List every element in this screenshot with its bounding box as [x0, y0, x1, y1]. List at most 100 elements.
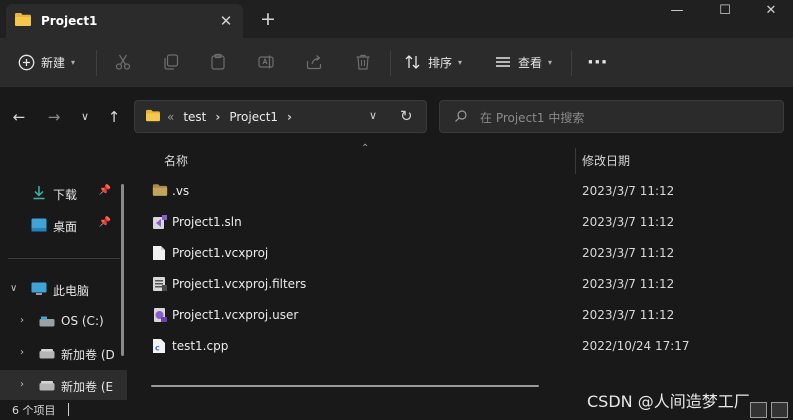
sidebar-item-label: 此电脑	[53, 284, 90, 298]
column-header-modified[interactable]: 修改日期	[582, 152, 630, 169]
desktop-icon	[31, 218, 47, 235]
breadcrumb-project1[interactable]: Project1	[229, 110, 278, 124]
chevron-down-icon: ▾	[71, 57, 76, 67]
filters-file-icon	[152, 276, 168, 292]
address-overflow[interactable]: «	[167, 110, 174, 124]
pin-icon[interactable]: 📌	[99, 185, 111, 196]
chevron-right-icon[interactable]: ›	[20, 379, 24, 390]
file-row[interactable]: .vs 2023/3/7 11:12	[133, 176, 793, 207]
tab-close-icon[interactable]: ✕	[217, 12, 235, 30]
breadcrumb-test[interactable]: test	[183, 110, 206, 124]
file-modified: 2023/3/7 11:12	[582, 277, 675, 291]
cut-icon	[115, 54, 131, 70]
item-count: 6 个项目	[12, 404, 56, 417]
user-file-icon	[152, 307, 168, 323]
share-button[interactable]	[305, 48, 323, 76]
plus-circle-icon	[18, 54, 35, 70]
file-row[interactable]: Project1.vcxproj.user 2023/3/7 11:12	[133, 300, 793, 331]
maximize-button[interactable]: ☐	[702, 0, 748, 26]
chevron-right-icon[interactable]: ›	[20, 315, 24, 326]
more-icon: ···	[587, 51, 608, 73]
toolbar-divider	[390, 50, 391, 76]
new-button[interactable]: 新建 ▾	[18, 48, 75, 76]
minimize-button[interactable]: —	[654, 0, 700, 26]
file-name: .vs	[172, 184, 190, 198]
download-icon	[32, 185, 46, 203]
file-modified: 2023/3/7 11:12	[582, 184, 675, 198]
watermark: CSDN @人间造梦工厂	[585, 388, 752, 412]
drive-icon	[39, 380, 55, 394]
address-dropdown-icon[interactable]: ∨	[369, 109, 377, 122]
forward-arrow-icon[interactable]: →	[44, 108, 64, 128]
file-name: Project1.vcxproj.filters	[172, 277, 307, 291]
search-box[interactable]: 在 Project1 中搜索	[439, 100, 784, 133]
cpp-file-icon: c	[152, 338, 168, 354]
cut-button[interactable]	[114, 48, 132, 76]
drive-icon	[39, 348, 55, 362]
more-options-button[interactable]: ···	[587, 48, 608, 76]
file-row[interactable]: Project1.sln 2023/3/7 11:12	[133, 207, 793, 238]
sidebar-scrollbar[interactable]	[121, 184, 124, 356]
chevron-down-icon: ▾	[548, 57, 553, 67]
details-view-icon[interactable]	[750, 402, 767, 418]
sort-button-label: 排序	[428, 55, 453, 70]
paste-button[interactable]	[209, 48, 227, 76]
sort-ascending-icon: ⌃	[361, 143, 370, 154]
pin-icon[interactable]: 📌	[99, 217, 111, 228]
sidebar-item-label: 新加卷 (D	[61, 348, 115, 362]
rename-button[interactable]	[257, 48, 275, 76]
view-list-icon	[496, 57, 510, 67]
sidebar-item-drive-c[interactable]: › OS (C:)	[0, 306, 127, 336]
new-button-label: 新建	[41, 55, 66, 70]
file-row[interactable]: c test1.cpp 2022/10/24 17:17	[133, 331, 793, 362]
chevron-down-icon[interactable]: ∨	[10, 283, 17, 294]
sort-icon	[405, 55, 420, 69]
chevron-down-icon: ▾	[458, 57, 463, 67]
up-arrow-icon[interactable]: ↑	[104, 108, 124, 128]
tiles-view-icon[interactable]	[771, 402, 788, 418]
sort-button[interactable]: 排序 ▾	[404, 48, 462, 76]
copy-icon	[164, 54, 179, 70]
sidebar-item-drive-e[interactable]: › 新加卷 (E	[0, 370, 127, 400]
file-list: ⌃ 名称 修改日期 .vs 2023/3/7 11:12 Project1.sl…	[133, 143, 793, 400]
delete-icon	[356, 54, 370, 70]
tab-project1[interactable]: Project1 ✕	[6, 4, 243, 38]
file-modified: 2022/10/24 17:17	[582, 339, 690, 353]
sidebar-divider	[8, 258, 120, 259]
sidebar-item-desktop[interactable]: 桌面 📌	[0, 210, 127, 240]
address-bar[interactable]: « test › Project1 › ∨ ↻	[134, 100, 427, 133]
file-modified: 2023/3/7 11:12	[582, 215, 675, 229]
column-divider[interactable]	[575, 148, 576, 174]
computer-icon	[31, 282, 47, 299]
recent-locations-icon[interactable]: ∨	[75, 108, 95, 128]
view-button[interactable]: 查看 ▾	[494, 48, 552, 76]
address-row: ← → ∨ ↑ « test › Project1 › ∨ ↻ 在 Projec…	[0, 88, 793, 146]
breadcrumb-separator[interactable]: ›	[215, 110, 220, 124]
folder-icon	[145, 109, 161, 125]
sidebar-item-this-pc[interactable]: ∨ 此电脑	[0, 274, 127, 304]
chevron-right-icon[interactable]: ›	[20, 347, 24, 358]
column-header-name[interactable]: 名称	[164, 152, 188, 169]
delete-button[interactable]	[354, 48, 372, 76]
search-input[interactable]: 在 Project1 中搜索	[480, 109, 584, 126]
share-icon	[306, 55, 322, 70]
tab-title: Project1	[41, 14, 98, 28]
file-row[interactable]: Project1.vcxproj 2023/3/7 11:12	[133, 238, 793, 269]
search-icon	[454, 109, 468, 126]
rename-icon	[258, 55, 274, 69]
svg-text:c: c	[155, 344, 160, 353]
breadcrumb-separator[interactable]: ›	[287, 110, 292, 124]
close-window-button[interactable]: ✕	[748, 0, 793, 26]
file-name: Project1.vcxproj.user	[172, 308, 299, 322]
view-button-label: 查看	[518, 55, 543, 70]
paste-icon	[211, 53, 225, 70]
folder-icon	[14, 12, 32, 30]
new-tab-button[interactable]: +	[260, 9, 276, 29]
sidebar-item-drive-d[interactable]: › 新加卷 (D	[0, 338, 127, 368]
horizontal-scrollbar[interactable]	[151, 385, 539, 387]
file-row[interactable]: Project1.vcxproj.filters 2023/3/7 11:12	[133, 269, 793, 300]
refresh-icon[interactable]: ↻	[400, 107, 413, 125]
sidebar-item-downloads[interactable]: 下载 📌	[0, 178, 127, 208]
back-arrow-icon[interactable]: ←	[9, 108, 29, 128]
copy-button[interactable]	[162, 48, 180, 76]
